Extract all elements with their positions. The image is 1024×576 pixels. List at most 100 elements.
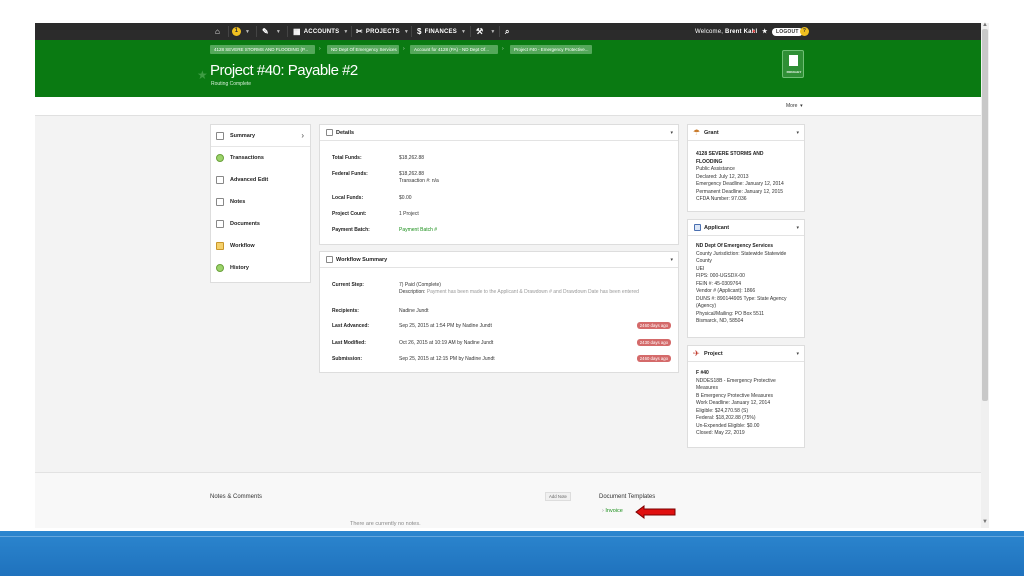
- notes-title: Notes & Comments: [210, 494, 263, 500]
- scroll-down-icon[interactable]: ▼: [982, 519, 988, 525]
- document-icon: [789, 55, 798, 66]
- alert-icon[interactable]: ●: [752, 23, 756, 40]
- vertical-scrollbar[interactable]: ▲ ▼: [981, 22, 989, 528]
- chevron-right-icon: ›: [301, 131, 304, 140]
- payment-batch-link[interactable]: Payment Batch #: [399, 227, 437, 233]
- applicant-details: ND Dept Of Emergency Services County Jur…: [696, 243, 787, 324]
- home-icon: ⌂: [215, 27, 221, 36]
- scroll-up-icon[interactable]: ▲: [982, 22, 988, 28]
- breadcrumb-applicant[interactable]: ND Dept Of Emergency Services: [327, 45, 399, 54]
- menu-history[interactable]: History: [211, 257, 310, 279]
- finances-label: FINANCES: [424, 28, 457, 35]
- grant-details: 4128 SEVERE STORMS AND FLOODING Public A…: [696, 151, 784, 202]
- accounts-label: ACCOUNTS: [303, 28, 340, 35]
- chevron-down-icon[interactable]: ▾: [796, 225, 799, 231]
- red-arrow-annotation: [635, 505, 676, 519]
- notifications-button[interactable]: 1 ▼: [232, 23, 250, 40]
- page-status: Routing Complete: [211, 81, 252, 87]
- favorite-star-icon[interactable]: ★: [197, 68, 208, 82]
- project-icon: ✈: [693, 349, 700, 358]
- chevron-down-icon[interactable]: ▾: [670, 130, 673, 136]
- add-note-button[interactable]: Add Note: [545, 492, 571, 501]
- menu-advanced-edit[interactable]: Advanced Edit: [211, 169, 310, 191]
- last-advanced-badge: 2460 days ago: [636, 322, 671, 329]
- grant-name-line1: 4128 SEVERE STORMS AND: [696, 151, 764, 157]
- applicant-icon: [694, 224, 701, 231]
- browser-viewport: ⌂ 1 ▼ ✎ ▼ ▦ ACCOUNTS ▼ ✂ PROJECTS ▼ $ FINANCES ▼…: [35, 23, 981, 528]
- document-button[interactable]: ROUGHLY: [782, 50, 804, 78]
- history-icon: [216, 264, 224, 272]
- tools-icon: ⚒: [476, 27, 484, 36]
- submission-badge: 2460 days ago: [636, 355, 671, 362]
- scrollbar-thumb[interactable]: [982, 29, 988, 401]
- chevron-down-icon[interactable]: ▾: [670, 257, 673, 263]
- step-description: Description: Payment has been made to th…: [399, 289, 639, 295]
- breadcrumb-account[interactable]: Account for 4128 (PA) - ND Dept Of...: [410, 45, 498, 54]
- menu-documents[interactable]: Documents: [211, 213, 310, 235]
- menu-transactions[interactable]: Transactions: [211, 147, 310, 169]
- details-header[interactable]: Details ▾: [320, 125, 678, 141]
- page-header: 4128 SEVERE STORMS AND FLOODING (P... › …: [35, 40, 981, 97]
- logout-button[interactable]: LOGOUT: [772, 23, 803, 40]
- wrench-icon: ✂: [356, 27, 363, 36]
- home-button[interactable]: ⌂: [215, 23, 223, 40]
- chevron-down-icon[interactable]: ▾: [796, 351, 799, 357]
- help-icon[interactable]: ?: [800, 23, 809, 40]
- local-funds-value: $0.00: [399, 195, 412, 201]
- projects-label: PROJECTS: [365, 28, 400, 35]
- menu-notes[interactable]: Notes: [211, 191, 310, 213]
- workflow-header[interactable]: Workflow Summary ▾: [320, 252, 678, 268]
- submission-value: Sep 25, 2015 at 12:15 PM by Nadine Jundt: [399, 356, 495, 362]
- federal-funds-value: $18,262.88: [399, 171, 425, 177]
- current-step-value: 7) Paid (Complete): [399, 282, 441, 288]
- document-templates-title: Document Templates: [599, 494, 656, 500]
- details-icon: [326, 129, 333, 136]
- notes-icon: [216, 198, 224, 206]
- details-panel: Details ▾ Total Funds: $18,262.88 Federa…: [319, 124, 679, 245]
- projects-menu[interactable]: ✂ PROJECTS ▼: [356, 23, 409, 40]
- welcome-text: Welcome, Brent Kahl: [695, 28, 758, 35]
- menu-summary[interactable]: Summary ›: [211, 125, 310, 147]
- transaction-number: Transaction #: n/a: [399, 178, 439, 184]
- chevron-down-icon: ▼: [245, 28, 251, 35]
- grant-panel: ☂ Grant ▾ 4128 SEVERE STORMS AND FLOODIN…: [687, 124, 805, 212]
- more-menu[interactable]: More ▾: [786, 103, 803, 109]
- finances-menu[interactable]: $ FINANCES ▼: [417, 23, 466, 40]
- document-button-label: ROUGHLY: [786, 70, 802, 74]
- project-header[interactable]: ✈ Project ▾: [688, 346, 804, 362]
- search-button[interactable]: ⌕: [505, 23, 513, 40]
- star-icon[interactable]: ★: [762, 23, 768, 40]
- recipients-value: Nadine Jundt: [399, 308, 429, 314]
- project-panel: ✈ Project ▾ F #40 NDDES18B - Emergency P…: [687, 345, 805, 448]
- side-menu: Summary › Transactions Advanced Edit Note…: [210, 124, 311, 283]
- dollar-icon: $: [417, 27, 422, 36]
- chevron-down-icon: ▼: [275, 28, 282, 35]
- edit-icon: [216, 176, 224, 184]
- transactions-icon: [216, 154, 224, 162]
- invoice-link[interactable]: › Invoice: [602, 508, 623, 514]
- chevron-down-icon[interactable]: ▾: [796, 130, 799, 136]
- breadcrumb-project[interactable]: Project #40 - Emergency Protective...: [510, 45, 592, 54]
- bank-icon: ▦: [293, 27, 301, 36]
- pin-button[interactable]: ✎ ▼: [262, 23, 281, 40]
- pin-icon: ✎: [262, 27, 269, 36]
- applicant-header[interactable]: Applicant ▾: [688, 220, 804, 236]
- menu-workflow[interactable]: Workflow: [211, 235, 310, 257]
- project-name: F #40: [696, 370, 709, 376]
- last-modified-badge: 2430 days ago: [636, 339, 671, 346]
- tools-menu[interactable]: ⚒ ▼: [476, 23, 496, 40]
- chevron-down-icon: ▼: [403, 28, 410, 35]
- chevron-down-icon: ▼: [490, 28, 496, 35]
- page-title: Project #40: Payable #2: [210, 62, 358, 79]
- summary-icon: [216, 131, 224, 140]
- breadcrumb-grant[interactable]: 4128 SEVERE STORMS AND FLOODING (P...: [210, 45, 315, 54]
- chevron-down-icon: ▼: [343, 28, 349, 35]
- chevron-down-icon: ▼: [460, 28, 467, 35]
- no-notes-message: There are currently no notes.: [350, 521, 421, 527]
- accounts-menu[interactable]: ▦ ACCOUNTS ▼: [293, 23, 349, 40]
- workflow-panel: Workflow Summary ▾ Current Step: 7) Paid…: [319, 251, 679, 373]
- total-funds-value: $18,262.88: [399, 155, 425, 161]
- notification-badge: 1: [232, 27, 241, 36]
- grant-header[interactable]: ☂ Grant ▾: [688, 125, 804, 141]
- search-icon: ⌕: [505, 26, 510, 36]
